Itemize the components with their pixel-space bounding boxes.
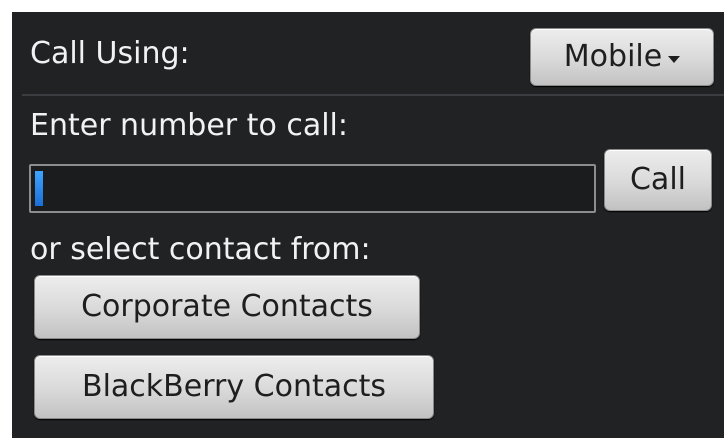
dropdown-arrow-icon [668,55,681,63]
call-using-value: Mobile [563,39,663,74]
blackberry-contacts-button[interactable]: BlackBerry Contacts [34,355,434,419]
divider [22,94,724,96]
call-button[interactable]: Call [604,149,712,211]
call-using-label: Call Using: [30,36,190,71]
text-cursor [35,171,43,206]
corporate-contacts-button[interactable]: Corporate Contacts [34,275,420,339]
call-screen: Call Using: Mobile Enter number to call:… [12,12,724,438]
phone-number-field[interactable] [29,164,596,213]
call-using-dropdown[interactable]: Mobile [530,28,714,86]
enter-number-label: Enter number to call: [30,108,348,143]
select-contact-label: or select contact from: [30,232,371,267]
